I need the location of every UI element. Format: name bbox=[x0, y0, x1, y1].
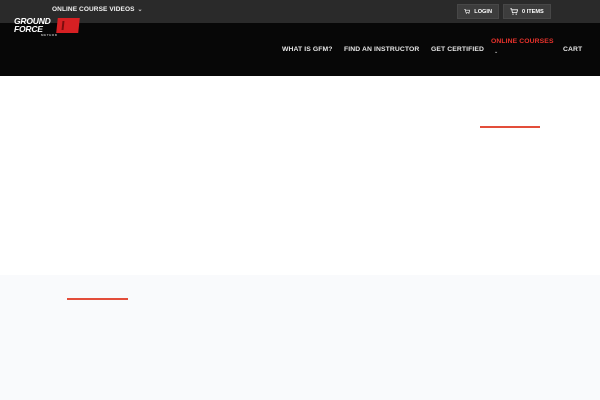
cart-items-button[interactable]: 0 ITEMS bbox=[503, 4, 551, 19]
logo-line-3: METHOD bbox=[41, 33, 58, 37]
top-bar: ONLINE COURSE VIDEOS ⌄ LOGIN 0 ITEMS bbox=[0, 0, 600, 23]
nav-item-find-an-instructor[interactable]: FIND AN INSTRUCTOR bbox=[344, 46, 419, 53]
cart-items-label: 0 ITEMS bbox=[522, 8, 544, 15]
section-accent-line bbox=[67, 298, 128, 300]
nav-item-what-is-gfm[interactable]: WHAT IS GFM? bbox=[282, 46, 333, 53]
ground-force-method-logo[interactable]: GROUND FORCE METHOD bbox=[14, 17, 82, 39]
nav-item-cart[interactable]: CART bbox=[563, 46, 582, 53]
nav-item-online-courses[interactable]: ONLINE COURSES bbox=[491, 38, 554, 45]
logo-line-2: FORCE bbox=[14, 24, 43, 34]
chevron-down-icon: ⌄ bbox=[494, 49, 499, 55]
cart-icon bbox=[510, 8, 518, 15]
hero-accent-line bbox=[480, 126, 540, 128]
cart-icon bbox=[464, 9, 471, 15]
login-label: LOGIN bbox=[474, 8, 492, 15]
logo-badge bbox=[56, 18, 80, 33]
chevron-down-icon: ⌄ bbox=[137, 7, 143, 13]
online-course-videos-label: ONLINE COURSE VIDEOS bbox=[52, 6, 135, 13]
login-button[interactable]: LOGIN bbox=[457, 4, 499, 19]
content-section bbox=[0, 275, 600, 400]
nav-item-get-certified[interactable]: GET CERTIFIED bbox=[431, 46, 484, 53]
online-course-videos-dropdown[interactable]: ONLINE COURSE VIDEOS ⌄ bbox=[52, 6, 143, 13]
